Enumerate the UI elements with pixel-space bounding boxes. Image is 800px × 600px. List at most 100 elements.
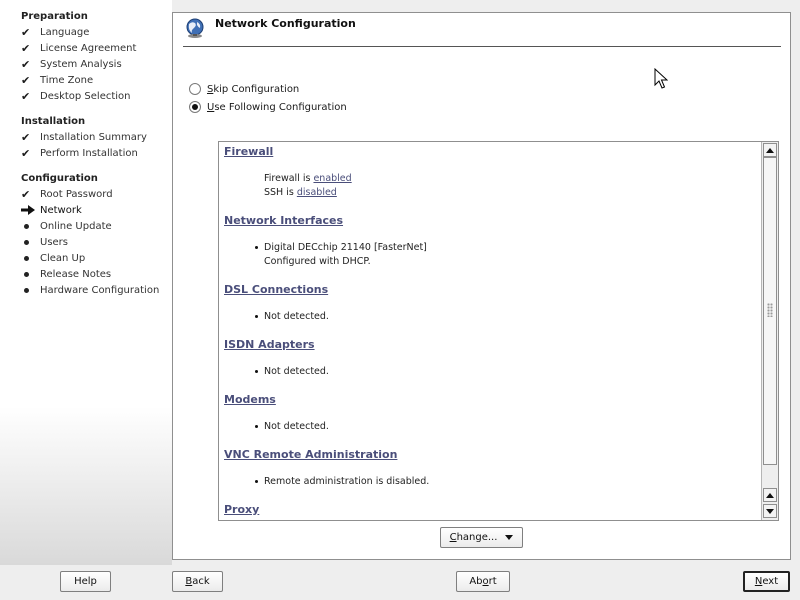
vnc-remote-administration-heading-link[interactable]: VNC Remote Administration xyxy=(224,448,397,461)
network-globe-icon xyxy=(184,17,206,39)
step-label: Clean Up xyxy=(40,252,86,264)
step-sidebar: Preparation ✔ Language ✔ License Agreement… xyxy=(0,0,172,565)
step-perform-installation: ✔ Perform Installation xyxy=(21,145,138,161)
isdn-status: Not detected. xyxy=(264,366,329,377)
dsl-status: Not detected. xyxy=(264,311,329,322)
checkmark-icon: ✔ xyxy=(21,187,31,201)
proxy-heading-link[interactable]: Proxy xyxy=(224,503,259,516)
scroll-up-button-lower[interactable] xyxy=(763,488,777,502)
mouse-pointer-icon xyxy=(654,67,669,90)
bullet-icon xyxy=(24,223,29,229)
scrollbar-thumb[interactable] xyxy=(763,157,777,465)
label-text: Ab xyxy=(469,576,483,587)
step-license-agreement: ✔ License Agreement xyxy=(21,40,136,56)
button-label: Change... xyxy=(450,532,498,543)
title-divider xyxy=(183,46,781,47)
checkmark-icon: ✔ xyxy=(21,41,31,55)
bullet-icon xyxy=(255,315,258,318)
step-label: Users xyxy=(40,236,69,248)
bullet-icon xyxy=(24,287,29,293)
ssh-enable-link[interactable]: disabled xyxy=(297,187,337,198)
step-clean-up: Clean Up xyxy=(21,250,85,266)
step-label: Root Password xyxy=(40,188,113,200)
bullet-icon xyxy=(255,480,258,483)
step-users: Users xyxy=(21,234,68,250)
arrow-up-icon xyxy=(766,492,774,498)
isdn-adapters-heading-link[interactable]: ISDN Adapters xyxy=(224,338,315,351)
step-language: ✔ Language xyxy=(21,24,89,40)
main-panel: Network Configuration Skip Configuration… xyxy=(172,12,791,560)
vertical-scrollbar[interactable] xyxy=(761,142,778,520)
section-title-configuration: Configuration xyxy=(21,173,98,184)
label-text: rt xyxy=(488,576,497,587)
firewall-status-line: Firewall is enabled xyxy=(264,173,352,184)
step-label: Online Update xyxy=(40,220,112,232)
interface-config: Configured with DHCP. xyxy=(264,256,371,267)
step-label: System Analysis xyxy=(40,58,122,70)
step-label: Desktop Selection xyxy=(40,90,131,102)
step-installation-summary: ✔ Installation Summary xyxy=(21,129,147,145)
radio-indicator[interactable] xyxy=(189,83,201,95)
bullet-icon xyxy=(255,370,258,373)
step-desktop-selection: ✔ Desktop Selection xyxy=(21,88,131,104)
step-system-analysis: ✔ System Analysis xyxy=(21,56,122,72)
step-label: Language xyxy=(40,26,90,38)
interface-name: Digital DECchip 21140 [FasterNet] xyxy=(264,242,427,253)
dsl-connections-heading-link[interactable]: DSL Connections xyxy=(224,283,328,296)
button-label: Back xyxy=(185,576,209,587)
step-online-update: Online Update xyxy=(21,218,112,234)
step-label: Release Notes xyxy=(40,268,112,280)
firewall-enable-link[interactable]: enabled xyxy=(313,173,351,184)
step-time-zone: ✔ Time Zone xyxy=(21,72,93,88)
skip-configuration-radio[interactable]: Skip Configuration xyxy=(189,83,299,95)
label-text: ack xyxy=(192,576,210,587)
step-label: Hardware Configuration xyxy=(40,284,160,296)
mnemonic: C xyxy=(449,532,457,543)
scroll-down-button[interactable] xyxy=(763,504,777,518)
arrow-down-icon xyxy=(766,508,774,514)
step-network: Network xyxy=(21,202,82,218)
step-label: Time Zone xyxy=(40,74,94,86)
line-text: SSH is xyxy=(264,187,297,198)
chevron-down-icon xyxy=(505,535,514,540)
bullet-icon xyxy=(255,425,258,428)
radio-label: Use Following Configuration xyxy=(207,102,347,113)
bullet-icon xyxy=(255,246,258,249)
firewall-heading-link[interactable]: Firewall xyxy=(224,145,273,158)
step-release-notes: Release Notes xyxy=(21,266,111,282)
bullet-icon xyxy=(24,271,29,277)
step-root-password: ✔ Root Password xyxy=(21,186,113,202)
arrow-up-icon xyxy=(766,147,774,153)
radio-label: Skip Configuration xyxy=(207,84,299,95)
button-label: Abort xyxy=(469,576,496,587)
step-label: Network xyxy=(40,204,82,216)
label-text: kip Configuration xyxy=(213,83,300,95)
bullet-icon xyxy=(24,239,29,245)
bullet-icon xyxy=(24,255,29,261)
page-title: Network Configuration xyxy=(215,17,356,30)
grip-icon xyxy=(767,303,773,317)
modems-heading-link[interactable]: Modems xyxy=(224,393,276,406)
checkmark-icon: ✔ xyxy=(21,57,31,71)
back-button[interactable]: Back xyxy=(172,571,223,592)
change-dropdown-button[interactable]: Change... xyxy=(440,527,523,548)
modems-status: Not detected. xyxy=(264,421,329,432)
radio-indicator[interactable] xyxy=(189,101,201,113)
next-button[interactable]: Next xyxy=(743,571,790,592)
network-interfaces-heading-link[interactable]: Network Interfaces xyxy=(224,214,343,227)
arrow-right-icon xyxy=(21,205,40,215)
scroll-up-button[interactable] xyxy=(763,143,777,157)
checkmark-icon: ✔ xyxy=(21,89,31,103)
configuration-summary[interactable]: Firewall Firewall is enabled SSH is disa… xyxy=(218,141,779,521)
checkmark-icon: ✔ xyxy=(21,73,31,87)
checkmark-icon: ✔ xyxy=(21,130,31,144)
checkmark-icon: ✔ xyxy=(21,25,31,39)
step-label: Installation Summary xyxy=(40,131,147,143)
label-text: hange... xyxy=(456,532,498,543)
abort-button[interactable]: Abort xyxy=(456,571,510,592)
vnc-status: Remote administration is disabled. xyxy=(264,476,430,487)
use-following-configuration-radio[interactable]: Use Following Configuration xyxy=(189,101,347,113)
checkmark-icon: ✔ xyxy=(21,146,31,160)
button-label: Next xyxy=(755,576,778,587)
help-button[interactable]: Help xyxy=(60,571,111,592)
